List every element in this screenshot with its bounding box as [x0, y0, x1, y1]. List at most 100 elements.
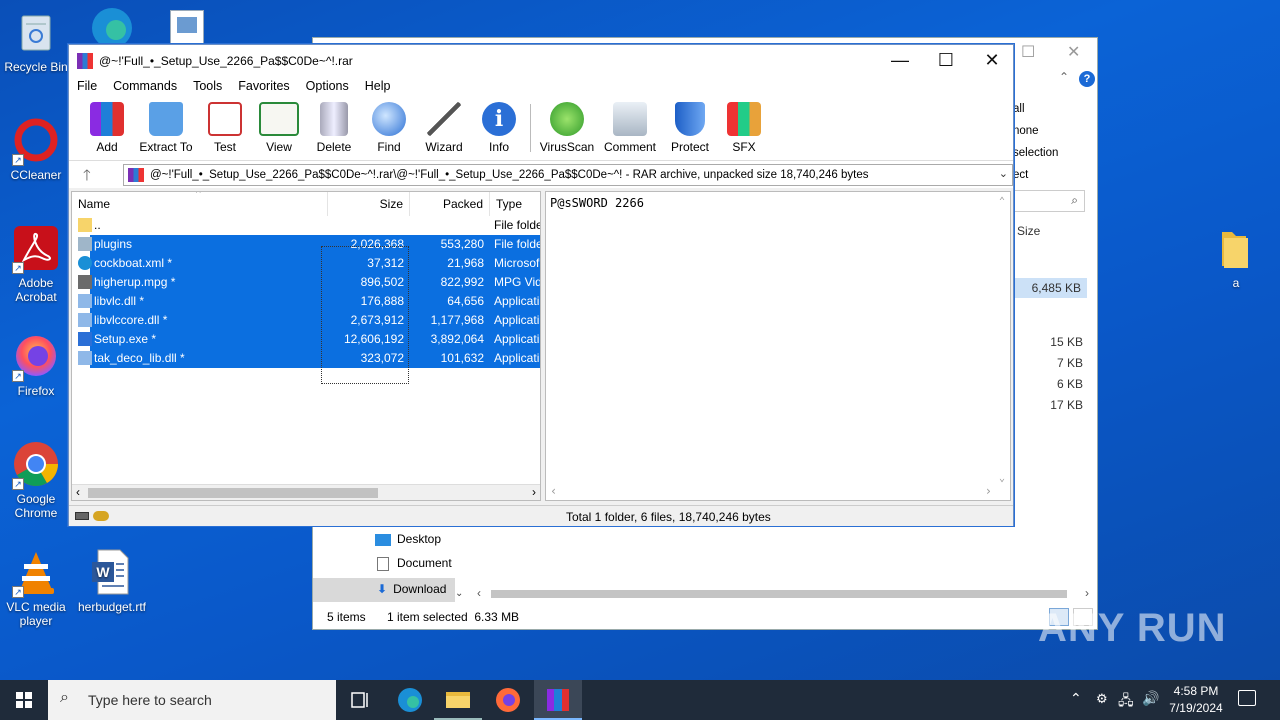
selected-size-row[interactable]: 6,485 KB: [1013, 278, 1087, 298]
desktop-icon-herbudget[interactable]: W herbudget.rtf: [76, 548, 148, 614]
taskbar: ⌕ Type here to search ⌃ ⚙ 🖧 🔊 4:58 PM 7/…: [0, 680, 1280, 720]
task-view-button[interactable]: [336, 680, 384, 720]
nav-item-documents[interactable]: Document: [375, 556, 452, 571]
file-row[interactable]: Setup.exe * 12,606,192 3,892,064 Applicati: [78, 330, 540, 349]
explorer-taskbar-button[interactable]: [434, 680, 482, 720]
desktop-icon-vlc[interactable]: ↗ VLC media player: [0, 548, 72, 628]
winrar-icon: [547, 689, 569, 711]
search-icon: ⌕: [1071, 193, 1078, 207]
comment-button[interactable]: Comment: [601, 102, 659, 154]
menu-commands[interactable]: Commands: [105, 76, 185, 93]
taskbar-search-box[interactable]: ⌕ Type here to search: [48, 680, 336, 720]
view-button[interactable]: View: [257, 102, 301, 154]
column-size[interactable]: Size: [328, 192, 410, 216]
volume-icon[interactable]: 🔊: [1142, 690, 1159, 707]
firefox-taskbar-button[interactable]: [484, 680, 532, 720]
explorer-search-box[interactable]: ⌕: [1013, 190, 1085, 212]
select-item[interactable]: ect: [1013, 164, 1058, 186]
extract-icon: [149, 102, 183, 136]
desktop-icon-google-chrome[interactable]: ↗ Google Chrome: [0, 440, 72, 520]
file-row[interactable]: higherup.mpg * 896,502 822,992 MPG Vid: [78, 273, 540, 292]
delete-button[interactable]: Delete: [313, 102, 355, 154]
maximize-icon[interactable]: ☐: [1021, 42, 1035, 62]
winrar-app-icon: [77, 53, 93, 69]
file-list[interactable]: Name ^ Size Packed Type .. File folde plug…: [71, 191, 541, 501]
wizard-button[interactable]: Wizard: [423, 102, 465, 154]
file-type: File folde: [494, 218, 541, 232]
edge-taskbar-button[interactable]: [386, 680, 434, 720]
archive-path-field[interactable]: @~!'Full_•_Setup_Use_2266_Pa$$C0De~^!.ra…: [123, 164, 1013, 186]
help-icon[interactable]: ?: [1079, 71, 1095, 87]
desktop-icon-folder-a[interactable]: a: [1200, 224, 1272, 290]
file-size: 17 KB: [1050, 398, 1083, 412]
extract-to-button[interactable]: Extract To: [137, 102, 195, 154]
winrar-window[interactable]: @~!'Full_•_Setup_Use_2266_Pa$$C0De~^!.ra…: [68, 44, 1014, 526]
chevron-up-icon[interactable]: ⌃: [1059, 70, 1069, 84]
maximize-button[interactable]: ☐: [923, 45, 969, 76]
invert-selection-item[interactable]: selection: [1013, 142, 1058, 164]
file-name: plugins: [94, 237, 133, 251]
nav-scroll-down-icon[interactable]: ⌄: [455, 588, 463, 599]
virusscan-icon: [550, 102, 584, 136]
test-icon: [208, 102, 242, 136]
virusscan-button[interactable]: VirusScan: [537, 102, 597, 154]
title-bar[interactable]: @~!'Full_•_Setup_Use_2266_Pa$$C0De~^!.ra…: [69, 45, 1013, 76]
list-horizontal-scrollbar[interactable]: ‹ ›: [72, 484, 540, 500]
winrar-taskbar-button[interactable]: [534, 680, 582, 720]
edge-desktop-icon[interactable]: [88, 4, 136, 48]
menu-options[interactable]: Options: [298, 76, 357, 93]
up-arrow-icon[interactable]: 🡑: [83, 165, 91, 190]
network-icon[interactable]: 🖧: [1118, 690, 1134, 714]
minimize-button[interactable]: —: [877, 45, 923, 76]
file-row[interactable]: libvlc.dll * 176,888 64,656 Applicati: [78, 292, 540, 311]
add-button[interactable]: Add: [87, 102, 127, 154]
info-icon: i: [482, 102, 516, 136]
chevron-down-icon[interactable]: ⌄: [999, 167, 1008, 180]
menu-tools[interactable]: Tools: [185, 76, 230, 93]
select-all-item[interactable]: all: [1013, 98, 1058, 120]
comment-vertical-scrollbar[interactable]: ⌃ ⌄: [994, 192, 1010, 486]
folder-up-icon: [78, 218, 92, 232]
file-row[interactable]: tak_deco_lib.dll * 323,072 101,632 Applicat…: [78, 349, 540, 368]
start-button[interactable]: [0, 680, 48, 720]
find-icon: [372, 102, 406, 136]
desktop-icon-adobe-acrobat[interactable]: ↗ Adobe Acrobat: [0, 224, 72, 304]
shortcut-arrow-icon: ↗: [12, 586, 24, 598]
horizontal-scrollbar[interactable]: ‹ ›: [473, 586, 1093, 602]
find-button[interactable]: Find: [369, 102, 409, 154]
select-none-item[interactable]: none: [1013, 120, 1058, 142]
menu-favorites[interactable]: Favorites: [230, 76, 297, 93]
file-row[interactable]: cockboat.xml * 37,312 21,968 Microsof: [78, 254, 540, 273]
show-hidden-icons-icon[interactable]: ⌃: [1070, 690, 1082, 707]
desktop-icon-recycle-bin[interactable]: Recycle Bin: [0, 8, 72, 74]
size-column-header[interactable]: Size: [1017, 224, 1040, 238]
archive-comment-pane[interactable]: P@sSWORD 2266 ⌃ ⌄ ‹ ›: [545, 191, 1011, 501]
comment-horizontal-scrollbar[interactable]: ‹ ›: [546, 484, 996, 500]
desktop-icon-firefox[interactable]: ↗ Firefox: [0, 332, 72, 398]
close-button[interactable]: ✕: [969, 45, 1015, 76]
file-type: Microsof: [494, 256, 540, 270]
sfx-button[interactable]: SFX: [723, 102, 765, 154]
image-file-icon[interactable]: [170, 10, 204, 44]
toolbar-separator: [530, 104, 531, 152]
nav-item-desktop[interactable]: Desktop: [375, 532, 441, 546]
file-row[interactable]: plugins 2,026,368 553,280 File folde: [78, 235, 540, 254]
toolbar: Add Extract To Test View Delete Find Wiz…: [69, 98, 1013, 160]
desktop-icon-ccleaner[interactable]: ↗ CCleaner: [0, 116, 72, 182]
nav-item-downloads[interactable]: ⬇ Download: [313, 578, 455, 602]
file-row[interactable]: .. File folde: [72, 216, 540, 235]
tray-app-icon[interactable]: ⚙: [1096, 691, 1108, 707]
info-button[interactable]: i Info: [479, 102, 519, 154]
column-type[interactable]: Type: [490, 192, 540, 216]
menu-file[interactable]: File: [69, 76, 105, 93]
test-button[interactable]: Test: [205, 102, 245, 154]
download-arrow-icon: ⬇: [377, 582, 388, 596]
file-row[interactable]: libvlccore.dll * 2,673,912 1,177,968 Applic…: [78, 311, 540, 330]
close-icon[interactable]: ✕: [1067, 42, 1080, 62]
column-packed[interactable]: Packed: [410, 192, 490, 216]
protect-button[interactable]: Protect: [667, 102, 713, 154]
menu-help[interactable]: Help: [357, 76, 399, 93]
notifications-icon[interactable]: [1238, 690, 1256, 706]
file-type: Applicati: [494, 332, 540, 346]
clock[interactable]: 4:58 PM 7/19/2024: [1164, 683, 1228, 717]
